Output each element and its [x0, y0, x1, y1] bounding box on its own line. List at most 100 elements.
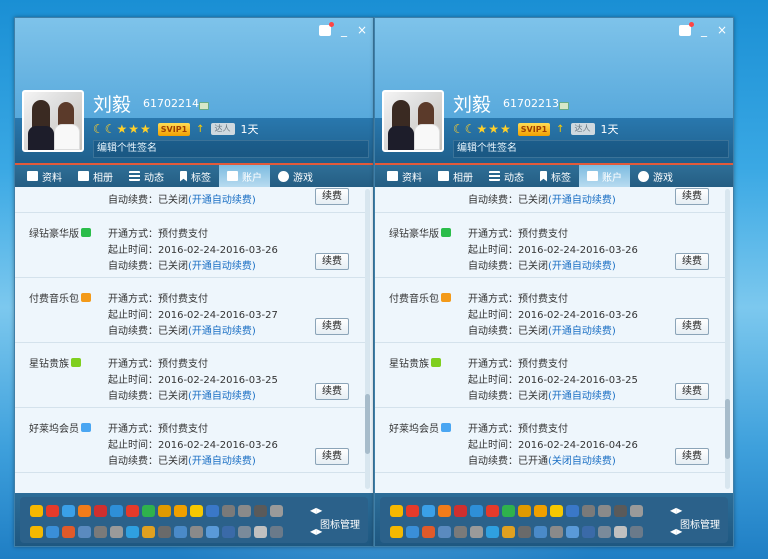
auto-renew-link[interactable]: (开通自动续费): [548, 261, 616, 272]
service-icon-1[interactable]: [406, 505, 419, 517]
auto-renew-link[interactable]: (关闭自动续费): [548, 456, 616, 467]
service-icon-row2-9[interactable]: [534, 526, 547, 538]
service-badge-icon[interactable]: [441, 293, 451, 302]
service-icon-4[interactable]: [94, 505, 107, 517]
svip-badge[interactable]: SVIP1: [157, 122, 191, 136]
tab-3[interactable]: 标签: [532, 165, 579, 187]
service-icon-row2-5[interactable]: [470, 526, 483, 538]
tab-4[interactable]: 账户: [579, 165, 630, 187]
service-icon-10[interactable]: [190, 505, 203, 517]
service-icon-row2-13[interactable]: [238, 526, 251, 538]
tab-2[interactable]: 动态: [121, 165, 172, 187]
close-button[interactable]: ×: [717, 23, 727, 37]
service-badge-icon[interactable]: [431, 358, 441, 367]
card-icon[interactable]: [199, 102, 209, 110]
avatar[interactable]: [382, 90, 444, 152]
tab-3[interactable]: 标签: [172, 165, 219, 187]
service-icon-7[interactable]: [142, 505, 155, 517]
daren-badge[interactable]: 达人: [570, 123, 595, 135]
signature-input[interactable]: 编辑个性签名: [453, 140, 729, 158]
service-icon-row2-0[interactable]: [30, 526, 43, 538]
auto-renew-link[interactable]: (开通自动续费): [188, 326, 256, 337]
level-moons-stars-icon[interactable]: ☾☾★★★: [93, 122, 152, 136]
footer-row1-arrows[interactable]: ◀▶: [310, 506, 322, 515]
service-icon-4[interactable]: [454, 505, 467, 517]
level-moons-stars-icon[interactable]: ☾☾★★★: [453, 122, 512, 136]
renew-button[interactable]: 续费: [675, 318, 709, 335]
service-icon-row2-0[interactable]: [390, 526, 403, 538]
service-icon-row2-11[interactable]: [206, 526, 219, 538]
service-icon-row2-7[interactable]: [502, 526, 515, 538]
service-badge-icon[interactable]: [81, 228, 91, 237]
service-icon-0[interactable]: [30, 505, 43, 517]
service-icon-row2-15[interactable]: [270, 526, 283, 538]
service-icon-10[interactable]: [550, 505, 563, 517]
tab-0[interactable]: 资料: [379, 165, 430, 187]
renew-button[interactable]: 续费: [675, 188, 709, 205]
signature-input[interactable]: 编辑个性签名: [93, 140, 369, 158]
tab-1[interactable]: 相册: [430, 165, 481, 187]
tab-4[interactable]: 账户: [219, 165, 270, 187]
service-icon-row2-4[interactable]: [94, 526, 107, 538]
scrollbar[interactable]: [365, 189, 370, 489]
service-icon-row2-12[interactable]: [222, 526, 235, 538]
service-badge-icon[interactable]: [441, 228, 451, 237]
minimize-button[interactable]: _: [341, 23, 347, 37]
service-icon-row2-13[interactable]: [598, 526, 611, 538]
auto-renew-link[interactable]: (开通自动续费): [548, 391, 616, 402]
service-icon-row2-5[interactable]: [110, 526, 123, 538]
service-icon-11[interactable]: [566, 505, 579, 517]
auto-renew-link[interactable]: (开通自动续费): [548, 326, 616, 337]
service-icon-row2-10[interactable]: [190, 526, 203, 538]
service-icon-2[interactable]: [62, 505, 75, 517]
service-icon-row2-1[interactable]: [46, 526, 59, 538]
daren-badge[interactable]: 达人: [210, 123, 235, 135]
service-icon-row2-14[interactable]: [254, 526, 267, 538]
service-icon-12[interactable]: [582, 505, 595, 517]
service-icon-7[interactable]: [502, 505, 515, 517]
service-badge-icon[interactable]: [441, 423, 451, 432]
avatar[interactable]: [22, 90, 84, 152]
service-icon-9[interactable]: [174, 505, 187, 517]
auto-renew-link[interactable]: (开通自动续费): [188, 195, 256, 206]
service-icon-row2-7[interactable]: [142, 526, 155, 538]
service-icon-14[interactable]: [254, 505, 267, 517]
renew-button[interactable]: 续费: [315, 318, 349, 335]
service-icon-2[interactable]: [422, 505, 435, 517]
tab-5[interactable]: 游戏: [270, 165, 321, 187]
service-icon-11[interactable]: [206, 505, 219, 517]
service-icon-row2-14[interactable]: [614, 526, 627, 538]
service-icon-3[interactable]: [78, 505, 91, 517]
tab-0[interactable]: 资料: [19, 165, 70, 187]
card-icon[interactable]: [559, 102, 569, 110]
auto-renew-link[interactable]: (开通自动续费): [188, 391, 256, 402]
minimize-button[interactable]: _: [701, 23, 707, 37]
service-icon-15[interactable]: [270, 505, 283, 517]
service-icon-6[interactable]: [126, 505, 139, 517]
footer-row1-arrows[interactable]: ◀▶: [670, 506, 682, 515]
auto-renew-link[interactable]: (开通自动续费): [188, 456, 256, 467]
service-badge-icon[interactable]: [81, 423, 91, 432]
service-icon-0[interactable]: [390, 505, 403, 517]
scroll-thumb[interactable]: [725, 399, 730, 459]
service-icon-row2-3[interactable]: [78, 526, 91, 538]
tab-2[interactable]: 动态: [481, 165, 532, 187]
service-icon-row2-15[interactable]: [630, 526, 643, 538]
service-icon-9[interactable]: [534, 505, 547, 517]
tab-1[interactable]: 相册: [70, 165, 121, 187]
icon-management-link[interactable]: 图标管理: [320, 516, 360, 531]
service-icon-5[interactable]: [110, 505, 123, 517]
skin-icon[interactable]: [678, 22, 694, 36]
close-button[interactable]: ×: [357, 23, 367, 37]
service-icon-row2-8[interactable]: [518, 526, 531, 538]
icon-management-link[interactable]: 图标管理: [680, 516, 720, 531]
service-icon-13[interactable]: [598, 505, 611, 517]
service-icon-row2-6[interactable]: [126, 526, 139, 538]
renew-button[interactable]: 续费: [315, 253, 349, 270]
service-icon-3[interactable]: [438, 505, 451, 517]
auto-renew-link[interactable]: (开通自动续费): [188, 261, 256, 272]
service-icon-row2-11[interactable]: [566, 526, 579, 538]
service-icon-row2-2[interactable]: [62, 526, 75, 538]
service-icon-13[interactable]: [238, 505, 251, 517]
service-icon-row2-2[interactable]: [422, 526, 435, 538]
